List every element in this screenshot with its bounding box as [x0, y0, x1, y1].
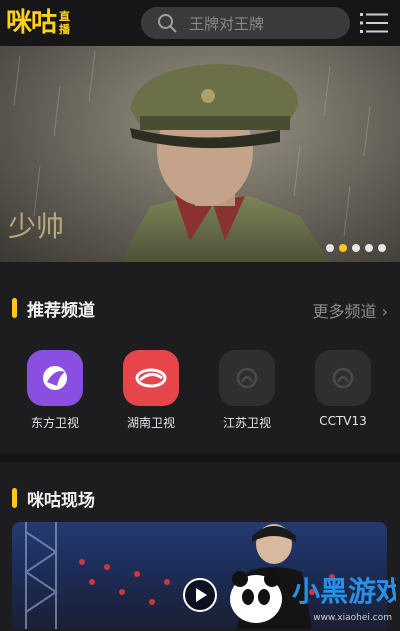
banner-dot[interactable] — [352, 244, 360, 252]
channel-label: 湖南卫视 — [126, 416, 175, 430]
watermark: 小黑游戏 www.xiaohei.com — [226, 563, 400, 627]
channel-label: CCTV13 — [319, 414, 367, 428]
banner-pagination — [326, 244, 386, 252]
hunan-logo-icon — [123, 350, 179, 406]
logo-text: 咪咕 — [6, 8, 57, 38]
banner-dot[interactable] — [378, 244, 386, 252]
recommended-header: 推荐频道 更多频道 › — [0, 288, 400, 328]
section-accent-bar — [12, 488, 17, 508]
banner-dot[interactable] — [326, 244, 334, 252]
play-icon — [196, 588, 207, 602]
watermark-brand: 小黑游戏 — [292, 575, 396, 608]
svg-text:少帅: 少帅 — [8, 210, 64, 243]
jiangsu-logo-icon — [219, 350, 275, 406]
channel-item-dongfang[interactable]: 东方卫视 — [17, 350, 93, 431]
channel-label: 江苏卫视 — [222, 416, 271, 430]
search-icon — [158, 14, 177, 33]
channel-list: 东方卫视 湖南卫视 江苏卫视 CCTV13 — [0, 350, 400, 440]
top-bar: 咪咕 直 播 王牌对王牌 — [0, 0, 400, 46]
section-divider — [0, 454, 400, 462]
section-accent-bar — [12, 298, 17, 318]
chevron-right-icon: › — [381, 302, 388, 321]
section-title: 推荐频道 — [27, 300, 95, 321]
logo-subtitle: 直 播 — [59, 10, 71, 36]
dongfang-logo-icon — [27, 350, 83, 406]
banner-image: 少帅 — [8, 50, 371, 262]
channel-item-cctv13[interactable]: CCTV13 — [305, 350, 381, 428]
menu-icon[interactable] — [360, 10, 388, 36]
more-channels-link[interactable]: 更多频道 › — [312, 298, 388, 322]
search-placeholder: 王牌对王牌 — [189, 14, 265, 33]
play-button[interactable] — [183, 578, 217, 612]
section-title: 咪咕现场 — [27, 490, 95, 511]
channel-item-jiangsu[interactable]: 江苏卫视 — [209, 350, 285, 431]
app-logo[interactable]: 咪咕 直 播 — [6, 6, 70, 40]
hero-banner[interactable]: 少帅 — [0, 46, 400, 262]
channel-item-hunan[interactable]: 湖南卫视 — [113, 350, 189, 431]
cctv13-logo-icon — [315, 350, 371, 406]
channel-label: 东方卫视 — [30, 416, 79, 430]
banner-dot[interactable] — [339, 244, 347, 252]
live-header: 咪咕现场 — [0, 478, 400, 518]
watermark-url: www.xiaohei.com — [313, 613, 392, 623]
banner-dot[interactable] — [365, 244, 373, 252]
search-bar[interactable]: 王牌对王牌 — [141, 7, 350, 39]
